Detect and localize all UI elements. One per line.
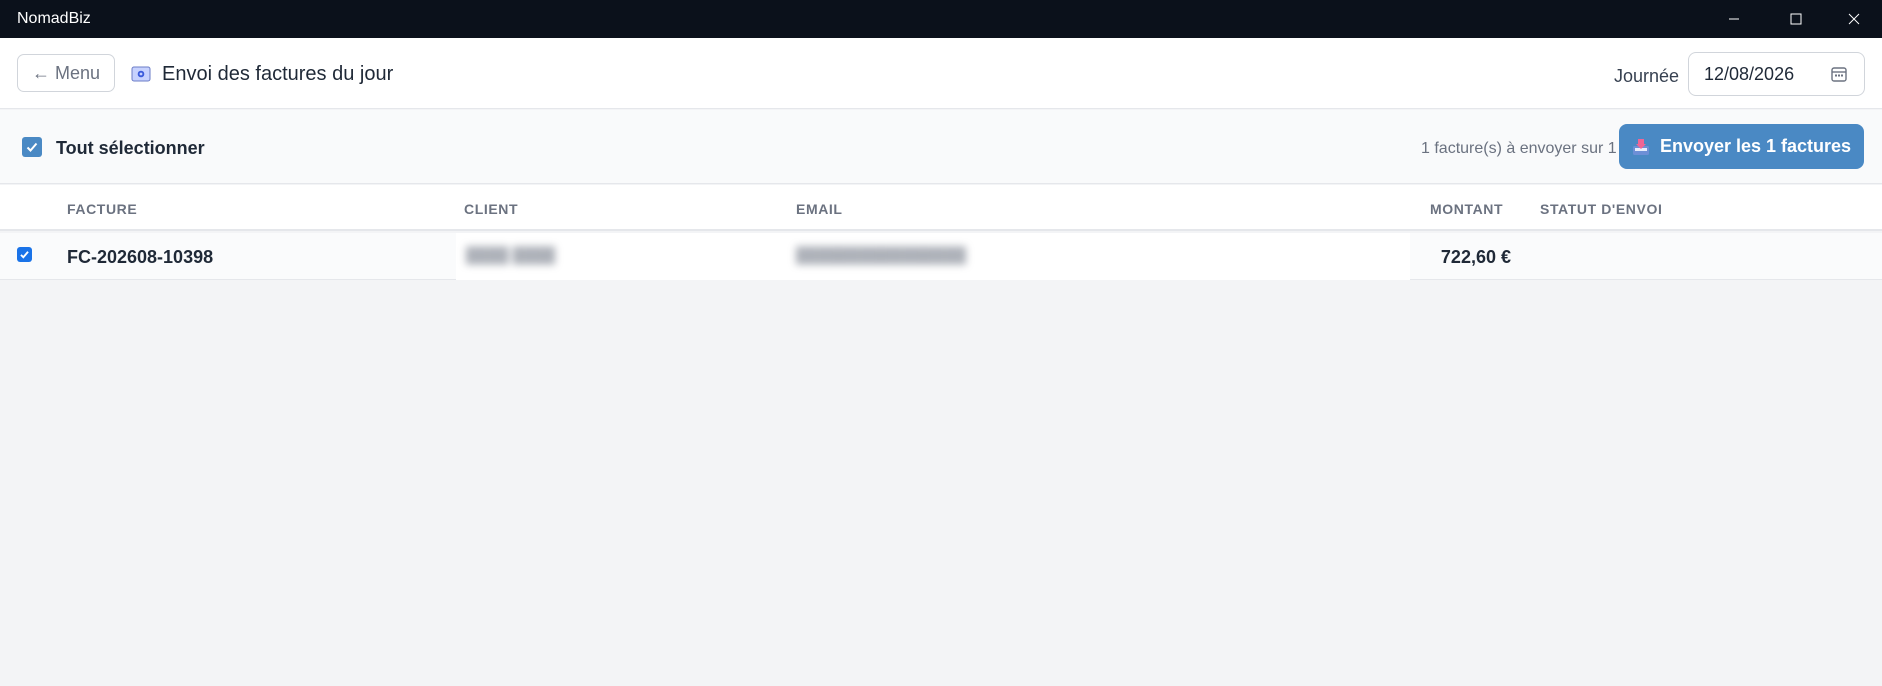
column-header-montant: MONTANT (1430, 201, 1504, 217)
column-header-client: CLIENT (464, 201, 519, 217)
row-checkbox[interactable] (17, 247, 32, 262)
inbox-tray-icon (1632, 138, 1649, 155)
close-icon (1848, 13, 1860, 25)
page-title: Envoi des factures du jour (162, 63, 394, 85)
app-title: NomadBiz (17, 10, 91, 27)
invoice-number: FC-202608-10398 (67, 247, 214, 267)
column-header-statut: STATUT D'ENVOI (1540, 201, 1663, 217)
day-label: Journée (1614, 66, 1680, 86)
minimize-icon (1729, 18, 1739, 20)
client-name-redacted: ████ ████ (466, 247, 556, 264)
select-all-checkbox[interactable] (22, 137, 42, 157)
maximize-icon (1790, 13, 1802, 25)
back-menu-button[interactable]: ← Menu (17, 54, 115, 92)
calendar-icon[interactable] (1830, 65, 1848, 83)
invoice-amount: 722,60 € (1440, 247, 1511, 267)
email-redacted: ████████████████ (796, 247, 967, 264)
selection-toolbar: Tout sélectionner 1 facture(s) à envoyer… (0, 110, 1882, 184)
send-invoices-label: Envoyer les 1 factures (1659, 136, 1852, 156)
window-titlebar: NomadBiz (0, 0, 1882, 38)
envelope-icon (131, 66, 151, 82)
close-button[interactable] (1826, 0, 1882, 38)
page-header: ← Menu Envoi des factures du jour Journé… (0, 38, 1882, 109)
checkmark-icon (20, 251, 29, 259)
send-invoices-button[interactable]: Envoyer les 1 factures (1619, 124, 1864, 169)
column-header-facture: FACTURE (67, 201, 138, 217)
select-all-label[interactable]: Tout sélectionner (56, 138, 205, 159)
table-header: FACTURE CLIENT EMAIL MONTANT STATUT D'EN… (0, 185, 1882, 231)
invoice-count-text: 1 facture(s) à envoyer sur 1 (1421, 140, 1617, 157)
maximize-button[interactable] (1768, 0, 1824, 38)
table-row[interactable]: FC-202608-10398 ████ ████ ██████████████… (0, 233, 1882, 280)
minimize-button[interactable] (1706, 0, 1762, 38)
checkmark-icon (26, 142, 38, 152)
column-header-email: EMAIL (796, 201, 843, 217)
